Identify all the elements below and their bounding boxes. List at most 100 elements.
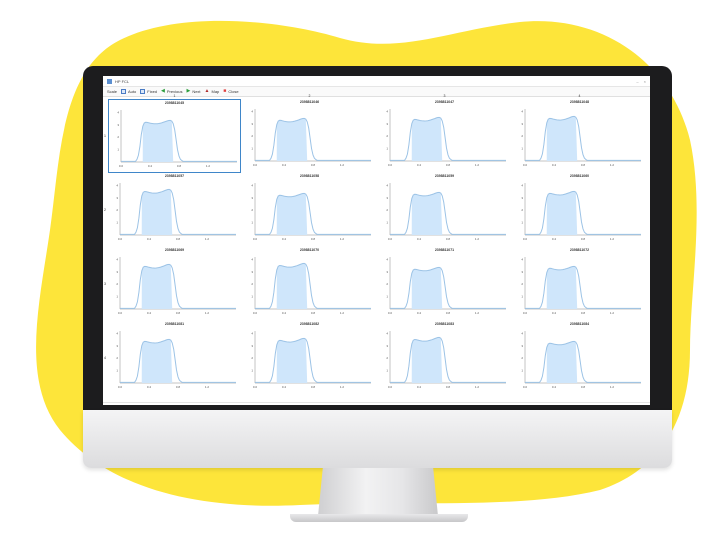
plot-cell[interactable]: 0.0 0.4 0.8 1.2 1 2 3 4 2398811070 xyxy=(243,247,376,321)
y-tick-label: 1 xyxy=(116,295,118,299)
map-button[interactable]: ▲ Map xyxy=(204,88,220,95)
x-tick-label: 0.4 xyxy=(552,311,557,315)
y-tick-label: 2 xyxy=(386,282,388,286)
x-tick-label: 0.8 xyxy=(581,311,586,315)
x-tick-label: 0.4 xyxy=(417,385,422,389)
app-window: HP FCL – × Scale Auto Fixed ◀ Previous ▶ N… xyxy=(103,76,650,405)
y-tick-label: 4 xyxy=(386,331,388,335)
y-tick-label: 2 xyxy=(251,356,253,360)
x-tick-label: 1.2 xyxy=(340,237,345,241)
profile-line xyxy=(390,266,506,309)
y-tick-label: 2 xyxy=(116,356,118,360)
plot-cell[interactable]: 0.0 0.4 0.8 1.2 1 2 3 4 2398811069 xyxy=(108,247,241,321)
y-tick-label: 3 xyxy=(117,123,119,127)
x-tick-label: 0.8 xyxy=(311,237,316,241)
title-bar: HP FCL – × xyxy=(103,76,650,87)
x-tick-label: 0.0 xyxy=(388,311,393,315)
y-tick-label: 2 xyxy=(386,356,388,360)
y-tick-label: 3 xyxy=(386,344,388,348)
cell-chart: 0.0 0.4 0.8 1.2 1 2 3 4 xyxy=(386,331,506,389)
app-icon xyxy=(107,78,112,84)
profile-line xyxy=(390,336,506,383)
plot-cell[interactable]: 0.0 0.4 0.8 1.2 1 2 3 4 2398811046 xyxy=(243,99,376,173)
x-tick-label: 0.0 xyxy=(523,385,528,389)
column-header-3: 3 xyxy=(443,94,446,98)
cell-chart: 0.0 0.4 0.8 1.2 1 2 3 4 xyxy=(521,109,641,167)
x-tick-label: 0.8 xyxy=(581,237,586,241)
x-tick-label: 0.8 xyxy=(311,311,316,315)
column-header-1: 1 xyxy=(173,94,176,98)
cell-chart: 0.0 0.4 0.8 1.2 1 2 3 4 xyxy=(521,257,641,315)
cell-title: 2398811082 xyxy=(299,322,320,326)
x-tick-label: 1.2 xyxy=(610,237,615,241)
close-window-button[interactable]: × xyxy=(644,79,646,84)
cell-title: 2398811047 xyxy=(434,100,455,104)
x-tick-label: 0.4 xyxy=(147,311,152,315)
y-tick-label: 2 xyxy=(116,282,118,286)
y-tick-label: 3 xyxy=(251,196,253,200)
map-icon: ▲ xyxy=(204,88,210,94)
plot-cell[interactable]: 0.0 0.4 0.8 1.2 1 2 3 4 2398811072 xyxy=(513,247,646,321)
x-tick-label: 0.4 xyxy=(417,163,422,167)
monitor-chin xyxy=(83,410,672,468)
y-tick-label: 2 xyxy=(386,134,388,138)
y-tick-label: 4 xyxy=(251,331,253,335)
row-header-3: 3 xyxy=(104,282,106,286)
x-tick-label: 1.2 xyxy=(340,311,345,315)
y-tick-label: 1 xyxy=(251,295,253,299)
row-header-1: 1 xyxy=(104,134,106,138)
column-header-2: 2 xyxy=(308,94,311,98)
y-tick-label: 3 xyxy=(386,196,388,200)
plot-cell[interactable]: 0.0 0.4 0.8 1.2 1 2 3 4 2398811045 xyxy=(108,99,241,173)
y-tick-label: 3 xyxy=(116,196,118,200)
x-tick-label: 1.2 xyxy=(475,163,480,167)
plot-cell[interactable]: 0.0 0.4 0.8 1.2 1 2 3 4 2398811081 xyxy=(108,321,241,395)
cell-title: 2398811046 xyxy=(299,100,320,104)
plot-cell[interactable]: 0.0 0.4 0.8 1.2 1 2 3 4 2398811058 xyxy=(243,173,376,247)
x-tick-label: 0.0 xyxy=(253,311,258,315)
plot-cell[interactable]: 0.0 0.4 0.8 1.2 1 2 3 4 2398811059 xyxy=(378,173,511,247)
x-tick-label: 1.2 xyxy=(340,163,345,167)
plot-cell[interactable]: 0.0 0.4 0.8 1.2 1 2 3 4 2398811047 xyxy=(378,99,511,173)
plot-cell[interactable]: 0.0 0.4 0.8 1.2 1 2 3 4 2398811060 xyxy=(513,173,646,247)
next-button[interactable]: ▶ Next xyxy=(186,89,201,95)
profile-line xyxy=(525,190,641,235)
close-button[interactable]: ■ Close xyxy=(223,89,238,95)
y-tick-label: 2 xyxy=(521,282,523,286)
plot-cell[interactable]: 0.0 0.4 0.8 1.2 1 2 3 4 2398811048 xyxy=(513,99,646,173)
x-tick-label: 0.4 xyxy=(552,163,557,167)
y-tick-label: 1 xyxy=(116,369,118,373)
plot-cell[interactable]: 0.0 0.4 0.8 1.2 1 2 3 4 2398811083 xyxy=(378,321,511,395)
fixed-scale-toggle[interactable]: Fixed xyxy=(140,89,157,94)
plot-cell[interactable]: 0.0 0.4 0.8 1.2 1 2 3 4 2398811082 xyxy=(243,321,376,395)
cell-title: 2398811070 xyxy=(299,248,320,252)
y-tick-label: 4 xyxy=(521,331,523,335)
plot-grid: 1 2 3 4 1 2 3 4 0.0 0.4 0.8 1.2 1 2 3 4 2398811045 0.0 0.4… xyxy=(103,94,650,405)
minimize-button[interactable]: – xyxy=(636,79,638,84)
cell-title: 2398811084 xyxy=(569,322,590,326)
cell-chart: 0.0 0.4 0.8 1.2 1 2 3 4 xyxy=(386,257,506,315)
shaded-area xyxy=(411,337,443,383)
y-tick-label: 1 xyxy=(251,221,253,225)
x-tick-label: 0.0 xyxy=(119,164,124,168)
cell-chart: 0.0 0.4 0.8 1.2 1 2 3 4 xyxy=(116,331,236,389)
y-tick-label: 1 xyxy=(116,221,118,225)
plot-cell[interactable]: 0.0 0.4 0.8 1.2 1 2 3 4 2398811057 xyxy=(108,173,241,247)
x-tick-label: 0.4 xyxy=(282,311,287,315)
y-tick-label: 3 xyxy=(386,270,388,274)
shaded-area xyxy=(546,191,578,235)
y-tick-label: 4 xyxy=(521,109,523,113)
previous-button[interactable]: ◀ Previous xyxy=(161,89,182,95)
x-tick-label: 1.2 xyxy=(205,311,210,315)
profile-line xyxy=(121,119,237,162)
profile-line xyxy=(255,117,371,161)
auto-scale-toggle[interactable]: Auto xyxy=(121,89,136,94)
y-tick-label: 4 xyxy=(116,257,118,261)
y-tick-label: 4 xyxy=(521,257,523,261)
plot-cell[interactable]: 0.0 0.4 0.8 1.2 1 2 3 4 2398811084 xyxy=(513,321,646,395)
row-header-2: 2 xyxy=(104,208,106,212)
x-tick-label: 0.4 xyxy=(417,237,422,241)
plot-cell[interactable]: 0.0 0.4 0.8 1.2 1 2 3 4 2398811071 xyxy=(378,247,511,321)
y-tick-label: 4 xyxy=(251,183,253,187)
next-label: Next xyxy=(192,89,201,94)
